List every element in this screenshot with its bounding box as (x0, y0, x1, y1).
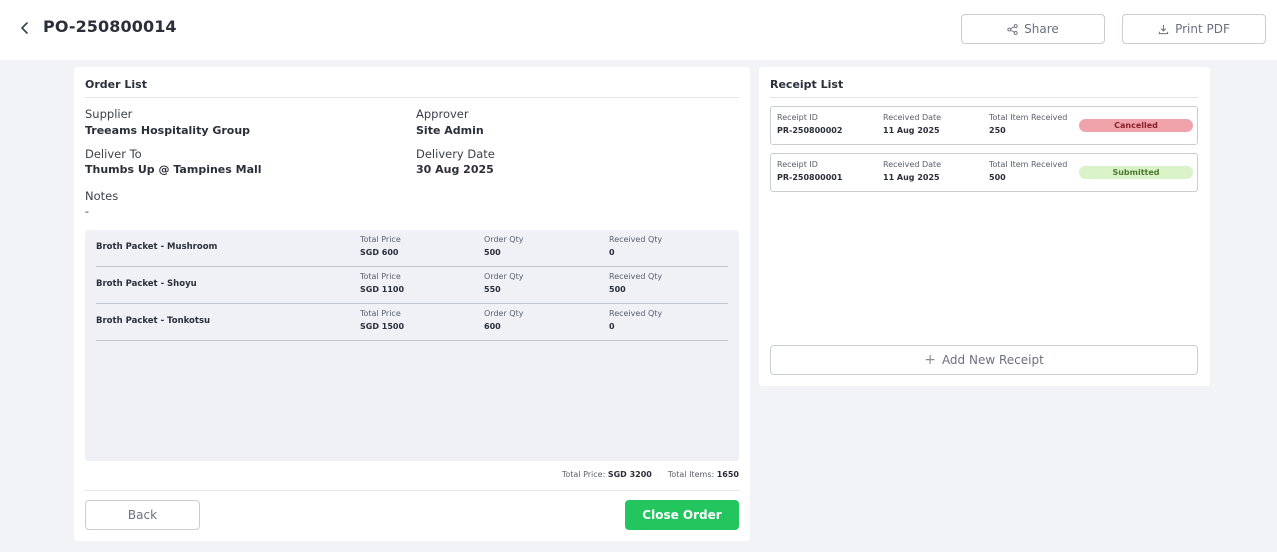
total-price-label: Total Price (360, 235, 401, 244)
total-received-cell: Total Item Received 250 (989, 113, 1067, 135)
total-price-value: SGD 600 (360, 248, 399, 257)
order-totals: Total Price: SGD 3200 Total Items: 1650 (562, 470, 739, 479)
total-received-cell: Total Item Received 500 (989, 160, 1067, 182)
page-title: PO-250800014 (43, 17, 177, 36)
share-button[interactable]: Share (961, 14, 1105, 44)
received-qty-cell: Received Qty 500 (609, 272, 662, 294)
print-pdf-label: Print PDF (1175, 22, 1230, 36)
received-qty-cell: Received Qty 0 (609, 309, 662, 331)
add-new-receipt-label: Add New Receipt (941, 353, 1044, 367)
divider (85, 490, 739, 491)
received-date-value: 11 Aug 2025 (883, 126, 940, 135)
back-button[interactable]: Back (85, 500, 200, 530)
received-qty-value: 0 (609, 248, 615, 257)
order-qty-cell: Order Qty 600 (484, 309, 523, 331)
add-new-receipt-button[interactable]: + Add New Receipt (770, 345, 1198, 375)
order-item-row[interactable]: Broth Packet - Tonkotsu Total Price SGD … (96, 304, 728, 341)
total-price-label: Total Price (360, 272, 401, 281)
notes-label: Notes (85, 189, 119, 203)
order-qty-label: Order Qty (484, 309, 524, 318)
order-item-row[interactable]: Broth Packet - Shoyu Total Price SGD 110… (96, 267, 728, 304)
approver-label: Approver (416, 107, 469, 121)
item-name: Broth Packet - Mushroom (96, 242, 218, 252)
received-date-cell: Received Date 11 Aug 2025 (883, 160, 941, 182)
deliver-to-value: Thumbs Up @ Tampines Mall (85, 163, 262, 176)
received-qty-label: Received Qty (609, 235, 663, 244)
plus-icon: + (924, 352, 936, 368)
supplier-label: Supplier (85, 107, 133, 121)
total-price-label: Total Price (360, 309, 401, 318)
received-date-label: Received Date (883, 160, 942, 169)
order-list-card: Order List Supplier Treeams Hospitality … (74, 67, 750, 541)
total-price-summary: Total Price: SGD 3200 (562, 470, 652, 479)
order-qty-value: 500 (484, 248, 501, 257)
deliver-to-label: Deliver To (85, 147, 142, 161)
total-price-summary-value: SGD 3200 (607, 470, 652, 479)
top-bar: PO-250800014 Share Print PDF (0, 0, 1277, 60)
item-name: Broth Packet - Shoyu (96, 279, 197, 289)
item-name: Broth Packet - Tonkotsu (96, 316, 211, 326)
total-received-value: 250 (989, 126, 1006, 135)
share-icon (1007, 23, 1018, 35)
print-pdf-button[interactable]: Print PDF (1122, 14, 1266, 44)
notes-value: - (85, 205, 89, 218)
total-price-value: SGD 1100 (360, 285, 405, 294)
receipt-card[interactable]: Receipt ID PR-250800002 Received Date 11… (770, 106, 1198, 145)
received-date-cell: Received Date 11 Aug 2025 (883, 113, 941, 135)
total-items-summary-value: 1650 (716, 470, 739, 479)
divider (85, 97, 739, 98)
received-qty-label: Received Qty (609, 309, 663, 318)
order-list-title: Order List (85, 78, 147, 91)
receipt-id-cell: Receipt ID PR-250800001 (777, 160, 842, 182)
receipt-id-cell: Receipt ID PR-250800002 (777, 113, 842, 135)
receipt-id-value: PR-250800002 (777, 126, 843, 135)
status-badge: Cancelled (1079, 119, 1193, 132)
received-qty-value: 500 (609, 285, 626, 294)
received-qty-value: 0 (609, 322, 615, 331)
order-item-row[interactable]: Broth Packet - Mushroom Total Price SGD … (96, 230, 728, 267)
supplier-value: Treeams Hospitality Group (85, 124, 251, 137)
divider (770, 97, 1198, 98)
received-date-label: Received Date (883, 113, 942, 122)
total-received-label: Total Item Received (989, 160, 1068, 169)
total-price-cell: Total Price SGD 1500 (360, 309, 404, 331)
receipt-id-value: PR-250800001 (777, 173, 843, 182)
total-items-summary: Total Items: 1650 (668, 470, 739, 479)
order-qty-value: 600 (484, 322, 501, 331)
order-items-panel: Broth Packet - Mushroom Total Price SGD … (85, 230, 739, 461)
delivery-date-value: 30 Aug 2025 (416, 163, 494, 176)
received-date-value: 11 Aug 2025 (883, 173, 940, 182)
order-qty-cell: Order Qty 550 (484, 272, 523, 294)
total-price-cell: Total Price SGD 1100 (360, 272, 404, 294)
total-received-label: Total Item Received (989, 113, 1068, 122)
receipt-card[interactable]: Receipt ID PR-250800001 Received Date 11… (770, 153, 1198, 192)
receipt-id-label: Receipt ID (777, 160, 818, 169)
order-qty-cell: Order Qty 500 (484, 235, 523, 257)
received-qty-label: Received Qty (609, 272, 663, 281)
close-order-button[interactable]: Close Order (625, 500, 739, 530)
total-price-cell: Total Price SGD 600 (360, 235, 401, 257)
received-qty-cell: Received Qty 0 (609, 235, 662, 257)
total-received-value: 500 (989, 173, 1006, 182)
total-price-summary-label: Total Price: (561, 470, 606, 479)
receipt-list-card: Receipt List Receipt ID PR-250800002 Rec… (759, 67, 1210, 386)
status-badge: Submitted (1079, 166, 1193, 179)
order-qty-label: Order Qty (484, 235, 524, 244)
delivery-date-label: Delivery Date (416, 147, 495, 161)
download-icon (1158, 24, 1169, 34)
chevron-left-icon[interactable] (18, 18, 32, 38)
total-price-value: SGD 1500 (360, 322, 405, 331)
receipt-id-label: Receipt ID (777, 113, 818, 122)
share-label: Share (1024, 22, 1059, 36)
order-qty-label: Order Qty (484, 272, 524, 281)
approver-value: Site Admin (416, 124, 484, 137)
total-items-summary-label: Total Items: (667, 470, 715, 479)
receipt-list-title: Receipt List (770, 78, 844, 91)
order-qty-value: 550 (484, 285, 501, 294)
